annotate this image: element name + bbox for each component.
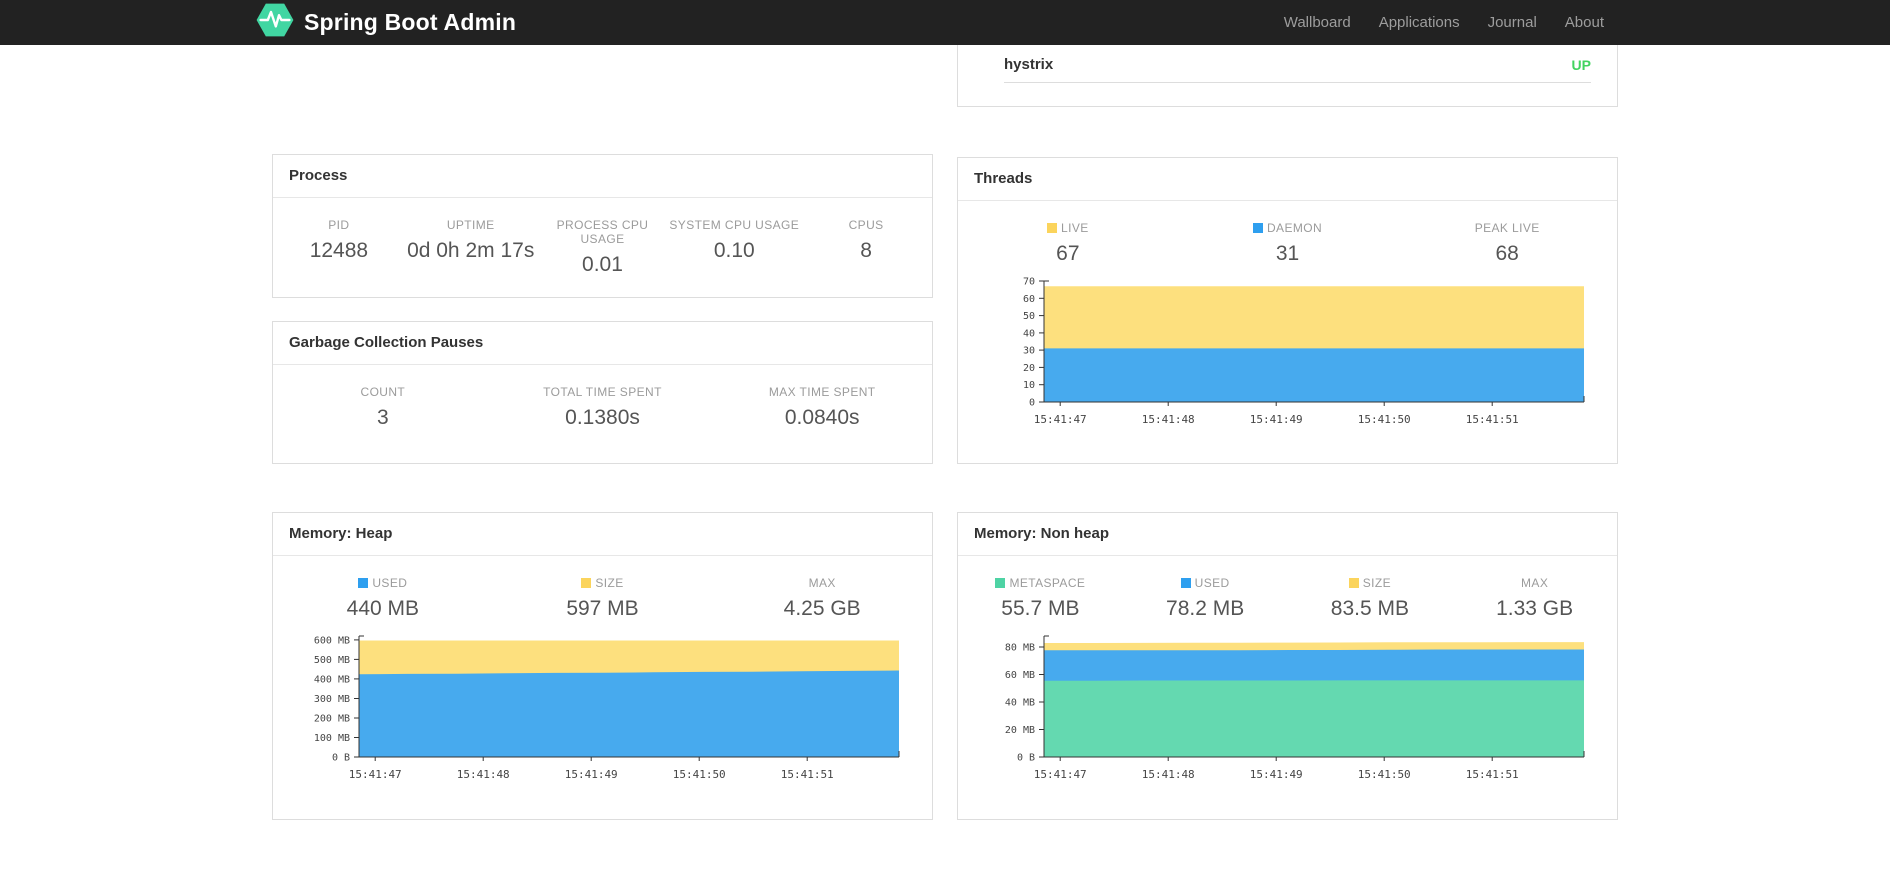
right-column: hystrix UP Threads LIVE 67 DAEMON 31 PEA… xyxy=(957,45,1618,820)
navbar: Spring Boot Admin Wallboard Applications… xyxy=(0,0,1890,45)
stat-pid: PID 12488 xyxy=(309,218,369,262)
gc-stats: COUNT 3 TOTAL TIME SPENT 0.1380s MAX TIM… xyxy=(273,365,932,430)
svg-text:60: 60 xyxy=(1023,294,1035,305)
heap-card-title: Memory: Heap xyxy=(289,525,393,542)
svg-text:15:41:50: 15:41:50 xyxy=(1358,413,1411,426)
brand-link[interactable]: Spring Boot Admin xyxy=(255,0,516,45)
nonheap-size-legend-swatch xyxy=(1348,578,1359,588)
threads-live-legend-swatch xyxy=(1047,223,1058,233)
svg-text:70: 70 xyxy=(1023,277,1035,288)
spring-boot-admin-logo-icon xyxy=(255,0,295,45)
application-row[interactable]: hystrix UP xyxy=(1004,45,1591,83)
process-card-header: Process xyxy=(273,155,932,198)
svg-text:40 MB: 40 MB xyxy=(1005,698,1035,709)
gc-pauses-card: Garbage Collection Pauses COUNT 3 TOTAL … xyxy=(272,321,933,464)
svg-text:500 MB: 500 MB xyxy=(314,655,350,666)
stat-cpus: CPUS 8 xyxy=(848,218,884,262)
svg-text:100 MB: 100 MB xyxy=(314,733,350,744)
application-status-badge: UP xyxy=(1571,56,1591,73)
stat-gc-count: COUNT 3 xyxy=(360,385,406,429)
svg-text:15:41:50: 15:41:50 xyxy=(1358,768,1411,781)
svg-text:30: 30 xyxy=(1023,346,1035,357)
nav-link-applications[interactable]: Applications xyxy=(1365,0,1474,45)
svg-text:10: 10 xyxy=(1023,380,1035,391)
heap-stats: USED 440 MB SIZE 597 MB MAX 4.25 GB xyxy=(273,556,932,621)
left-column: Process PID 12488 UPTIME 0d 0h 2m 17s PR… xyxy=(272,45,933,820)
nav-links: Wallboard Applications Journal About xyxy=(1270,0,1618,45)
svg-text:15:41:48: 15:41:48 xyxy=(1142,768,1195,781)
svg-text:15:41:47: 15:41:47 xyxy=(1034,768,1087,781)
svg-text:15:41:48: 15:41:48 xyxy=(1142,413,1195,426)
stat-threads-peak-live: PEAK LIVE 68 xyxy=(1474,221,1540,265)
stat-uptime: UPTIME 0d 0h 2m 17s xyxy=(407,218,535,262)
heap-card-header: Memory: Heap xyxy=(273,513,932,556)
svg-text:40: 40 xyxy=(1023,328,1035,339)
svg-text:0 B: 0 B xyxy=(1017,753,1035,764)
stat-heap-size: SIZE 597 MB xyxy=(566,576,639,620)
nonheap-chart: 0 B 20 MB 40 MB 60 MB 80 MB 15:41:47 15:41:48 1… xyxy=(980,631,1597,783)
svg-text:80 MB: 80 MB xyxy=(1005,643,1035,654)
svg-text:0: 0 xyxy=(1029,398,1035,409)
process-card-title: Process xyxy=(289,167,348,184)
svg-text:200 MB: 200 MB xyxy=(314,714,350,725)
svg-text:50: 50 xyxy=(1023,311,1035,322)
stat-threads-daemon: DAEMON 31 xyxy=(1178,221,1398,266)
svg-text:60 MB: 60 MB xyxy=(1005,670,1035,681)
svg-text:15:41:47: 15:41:47 xyxy=(1034,413,1087,426)
threads-card-header: Threads xyxy=(958,158,1617,201)
threads-card: Threads LIVE 67 DAEMON 31 PEAK LIVE 68 0… xyxy=(957,157,1618,464)
svg-text:15:41:49: 15:41:49 xyxy=(1250,413,1303,426)
application-status-card: hystrix UP xyxy=(957,45,1618,107)
svg-text:400 MB: 400 MB xyxy=(314,674,350,685)
stat-nonheap-metaspace: METASPACE 55.7 MB xyxy=(958,576,1123,621)
stat-nonheap-max: MAX 1.33 GB xyxy=(1496,576,1574,620)
stat-nonheap-used: USED 78.2 MB xyxy=(1166,576,1245,620)
brand-title: Spring Boot Admin xyxy=(304,9,517,35)
stat-heap-max: MAX 4.25 GB xyxy=(783,576,861,620)
svg-text:15:41:50: 15:41:50 xyxy=(673,768,726,781)
svg-text:300 MB: 300 MB xyxy=(314,694,350,705)
nonheap-card-header: Memory: Non heap xyxy=(958,513,1617,556)
svg-text:600 MB: 600 MB xyxy=(314,635,350,646)
memory-heap-card: Memory: Heap USED 440 MB SIZE 597 MB MAX… xyxy=(272,512,933,820)
threads-stats: LIVE 67 DAEMON 31 PEAK LIVE 68 xyxy=(958,201,1617,266)
threads-chart: 0 10 20 30 40 50 60 70 15:41:47 15:41:48 15:41:49 1… xyxy=(980,276,1597,428)
svg-text:15:41:48: 15:41:48 xyxy=(457,768,510,781)
heap-chart: 0 B 100 MB 200 MB 300 MB 400 MB 500 MB 600 MB 1… xyxy=(295,631,912,783)
stat-heap-used: USED 440 MB xyxy=(346,576,420,620)
threads-card-title: Threads xyxy=(974,170,1033,187)
svg-text:15:41:49: 15:41:49 xyxy=(565,768,618,781)
nonheap-used-legend-swatch xyxy=(1180,578,1191,588)
nonheap-metaspace-legend-swatch xyxy=(995,578,1006,588)
svg-text:15:41:49: 15:41:49 xyxy=(1250,768,1303,781)
nav-link-about[interactable]: About xyxy=(1551,0,1618,45)
stat-system-cpu-usage: SYSTEM CPU USAGE 0.10 xyxy=(669,218,800,262)
gc-card-title: Garbage Collection Pauses xyxy=(289,334,484,351)
svg-text:20: 20 xyxy=(1023,363,1035,374)
stat-gc-max-time: MAX TIME SPENT 0.0840s xyxy=(768,385,876,429)
nonheap-stats: METASPACE 55.7 MB USED 78.2 MB SIZE 83.5… xyxy=(958,556,1617,621)
stat-threads-live: LIVE 67 xyxy=(958,221,1178,266)
main-content: Process PID 12488 UPTIME 0d 0h 2m 17s PR… xyxy=(272,45,1618,820)
svg-text:15:41:51: 15:41:51 xyxy=(1466,413,1519,426)
nav-link-journal[interactable]: Journal xyxy=(1474,0,1551,45)
svg-text:15:41:51: 15:41:51 xyxy=(1466,768,1519,781)
svg-text:15:41:51: 15:41:51 xyxy=(781,768,834,781)
svg-text:0 B: 0 B xyxy=(332,753,350,764)
stat-gc-total-time: TOTAL TIME SPENT 0.1380s xyxy=(543,385,662,429)
process-stats: PID 12488 UPTIME 0d 0h 2m 17s PROCESS CP… xyxy=(273,198,932,277)
nav-link-wallboard[interactable]: Wallboard xyxy=(1270,0,1365,45)
application-name: hystrix xyxy=(1004,56,1054,73)
memory-nonheap-card: Memory: Non heap METASPACE 55.7 MB USED … xyxy=(957,512,1618,820)
stat-nonheap-size: SIZE 83.5 MB xyxy=(1330,576,1409,620)
nonheap-card-title: Memory: Non heap xyxy=(974,525,1110,542)
heap-size-legend-swatch xyxy=(581,578,592,588)
threads-daemon-legend-swatch xyxy=(1252,223,1263,233)
gc-card-header: Garbage Collection Pauses xyxy=(273,322,932,365)
svg-text:15:41:47: 15:41:47 xyxy=(349,768,402,781)
process-card: Process PID 12488 UPTIME 0d 0h 2m 17s PR… xyxy=(272,154,933,298)
stat-process-cpu-usage: PROCESS CPU USAGE 0.01 xyxy=(556,218,649,276)
heap-used-legend-swatch xyxy=(358,578,369,588)
svg-text:20 MB: 20 MB xyxy=(1005,725,1035,736)
